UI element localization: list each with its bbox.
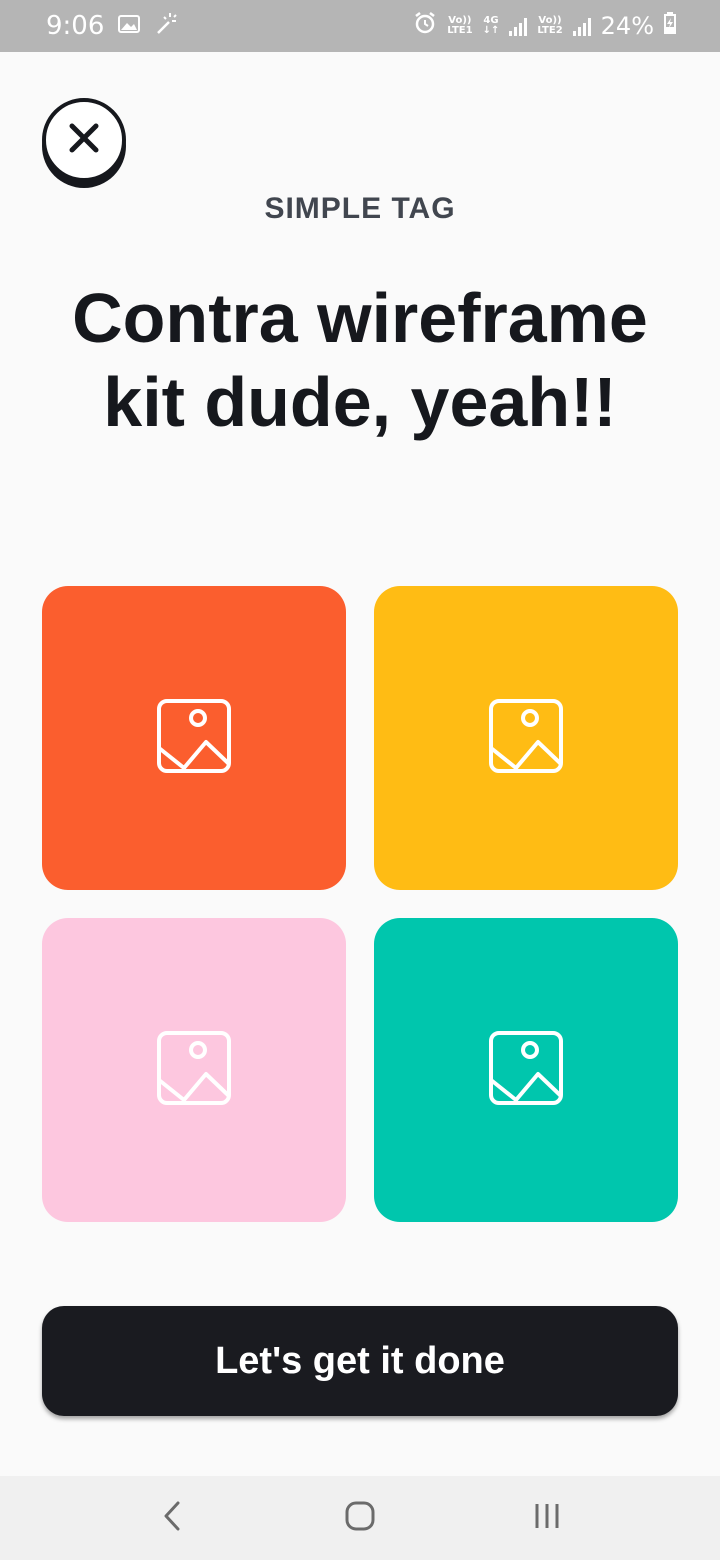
sim2-label: Vo)) LTE2 [537,16,562,36]
status-right: Vo)) LTE1 4G ↓↑ Vo)) LTE2 24% [413,11,676,41]
battery-charging-icon [664,12,676,40]
page-title: Contra wireframe kit dude, yeah!! [72,279,648,441]
data-arrows-icon: ↓↑ [482,25,500,36]
recents-button[interactable] [527,1498,567,1538]
get-it-done-button[interactable]: Let's get it done [42,1306,678,1416]
image-tile[interactable] [42,918,346,1222]
image-icon [118,11,141,41]
battery-percent: 24% [600,12,654,40]
sim1-bottom: LTE1 [447,25,473,36]
image-placeholder-icon [156,698,232,779]
image-placeholder-icon [488,1030,564,1111]
sim1-label: Vo)) LTE1 [447,16,472,36]
status-bar: 9:06 Vo)) LTE1 4G ↓↑ Vo)) LTE2 24% [0,0,720,52]
alarm-icon [413,11,437,41]
network-label: 4G ↓↑ [483,16,500,36]
status-left: 9:06 [46,11,178,42]
close-button[interactable] [42,98,126,182]
image-tile[interactable] [374,586,678,890]
image-tile[interactable] [374,918,678,1222]
home-button[interactable] [340,1498,380,1538]
image-tile[interactable] [42,586,346,890]
navigation-bar [0,1476,720,1560]
signal-icon [572,16,591,36]
close-icon [67,121,101,160]
back-icon [162,1500,182,1537]
back-button[interactable] [152,1498,192,1538]
home-icon [344,1500,376,1537]
recents-icon [532,1501,562,1536]
signal-icon [509,16,528,36]
image-placeholder-icon [488,698,564,779]
kicker-label: SIMPLE TAG [264,192,456,225]
magic-wand-icon [154,11,178,42]
status-time: 9:06 [46,11,105,41]
sim2-bottom: LTE2 [537,25,563,36]
image-placeholder-icon [156,1030,232,1111]
